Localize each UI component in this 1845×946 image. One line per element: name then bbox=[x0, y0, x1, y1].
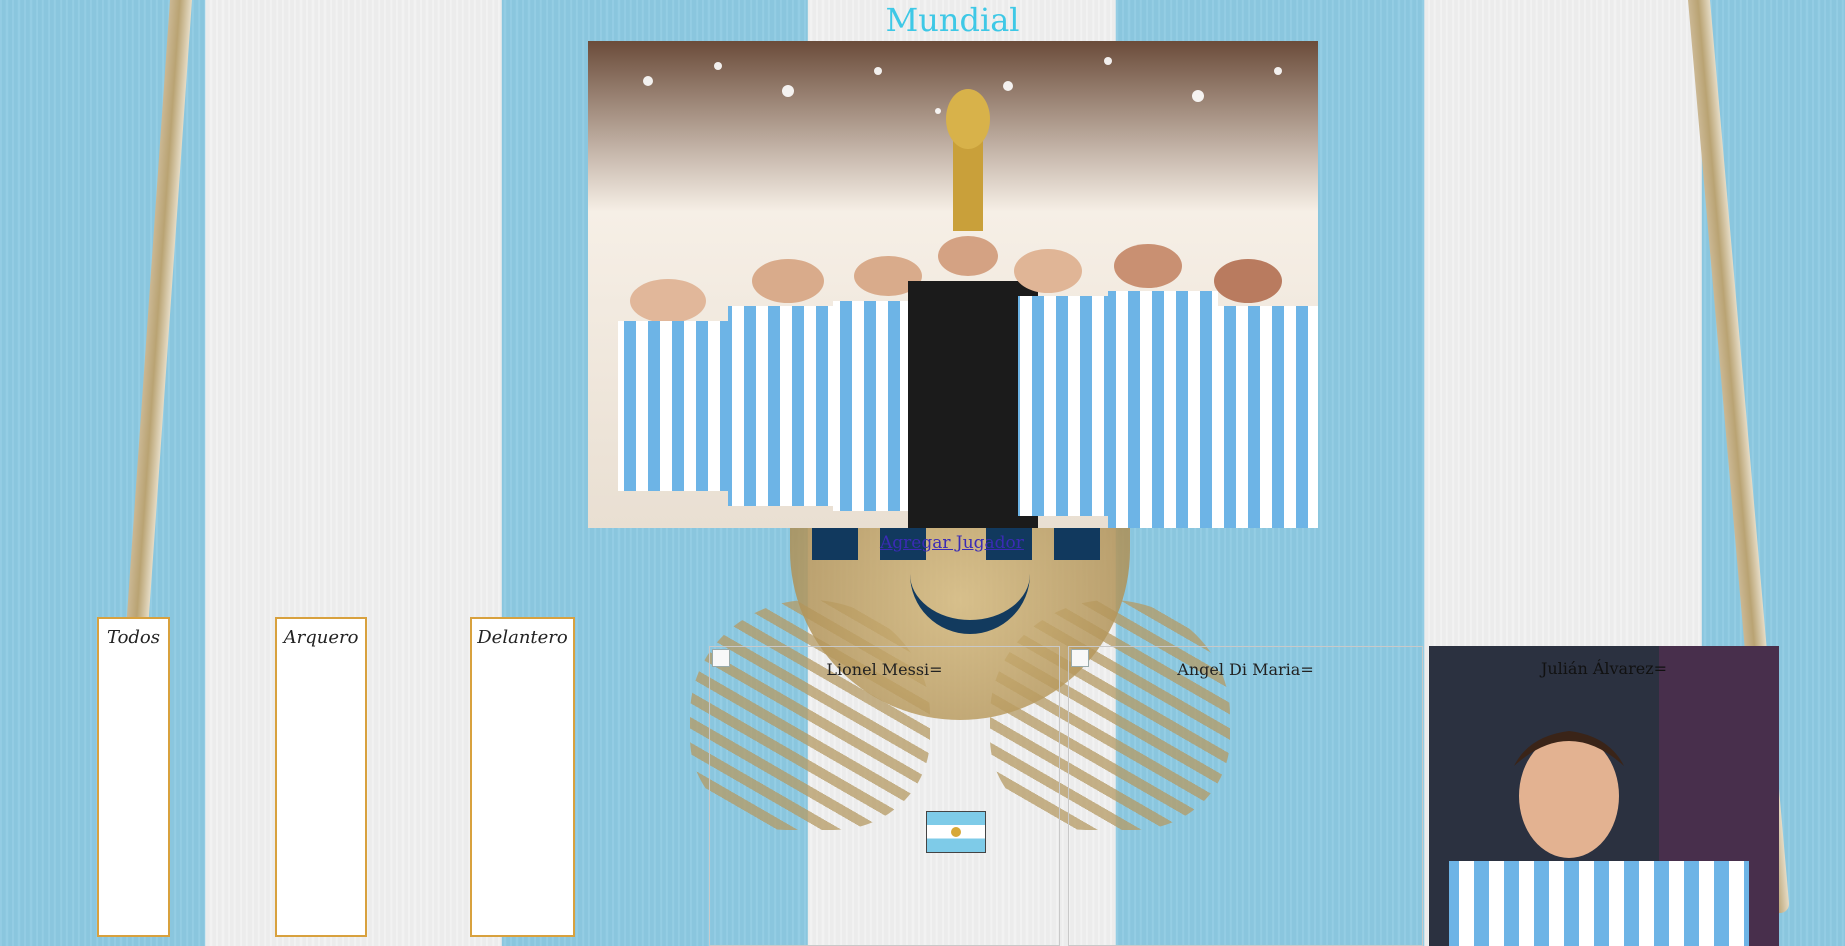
broken-image-icon bbox=[712, 649, 730, 667]
page-title: Mundial bbox=[885, 1, 1020, 39]
filter-todos[interactable]: Todos bbox=[97, 617, 170, 937]
player-photo bbox=[1429, 646, 1779, 946]
strip-block bbox=[1054, 528, 1100, 560]
broken-image-icon bbox=[1071, 649, 1089, 667]
player-name: Julián Álvarez= bbox=[1540, 659, 1668, 678]
filter-label: Todos bbox=[106, 627, 161, 648]
filter-label: Delantero bbox=[477, 627, 568, 648]
player-card-messi[interactable]: Lionel Messi= bbox=[709, 646, 1060, 946]
filter-label: Arquero bbox=[283, 627, 359, 648]
filter-arquero[interactable]: Arquero bbox=[275, 617, 367, 937]
player-name: Angel Di Maria= bbox=[1177, 660, 1314, 679]
hero-photo bbox=[588, 41, 1318, 528]
add-player-link[interactable]: Agregar Jugador bbox=[880, 533, 1024, 553]
player-card-alvarez[interactable]: Julián Álvarez= bbox=[1429, 646, 1779, 946]
argentina-flag-icon bbox=[926, 811, 986, 853]
filter-delantero[interactable]: Delantero bbox=[470, 617, 575, 937]
player-card-di-maria[interactable]: Angel Di Maria= bbox=[1068, 646, 1423, 946]
hero-illustration bbox=[588, 41, 1318, 528]
strip-block bbox=[812, 528, 858, 560]
player-name: Lionel Messi= bbox=[826, 660, 943, 679]
